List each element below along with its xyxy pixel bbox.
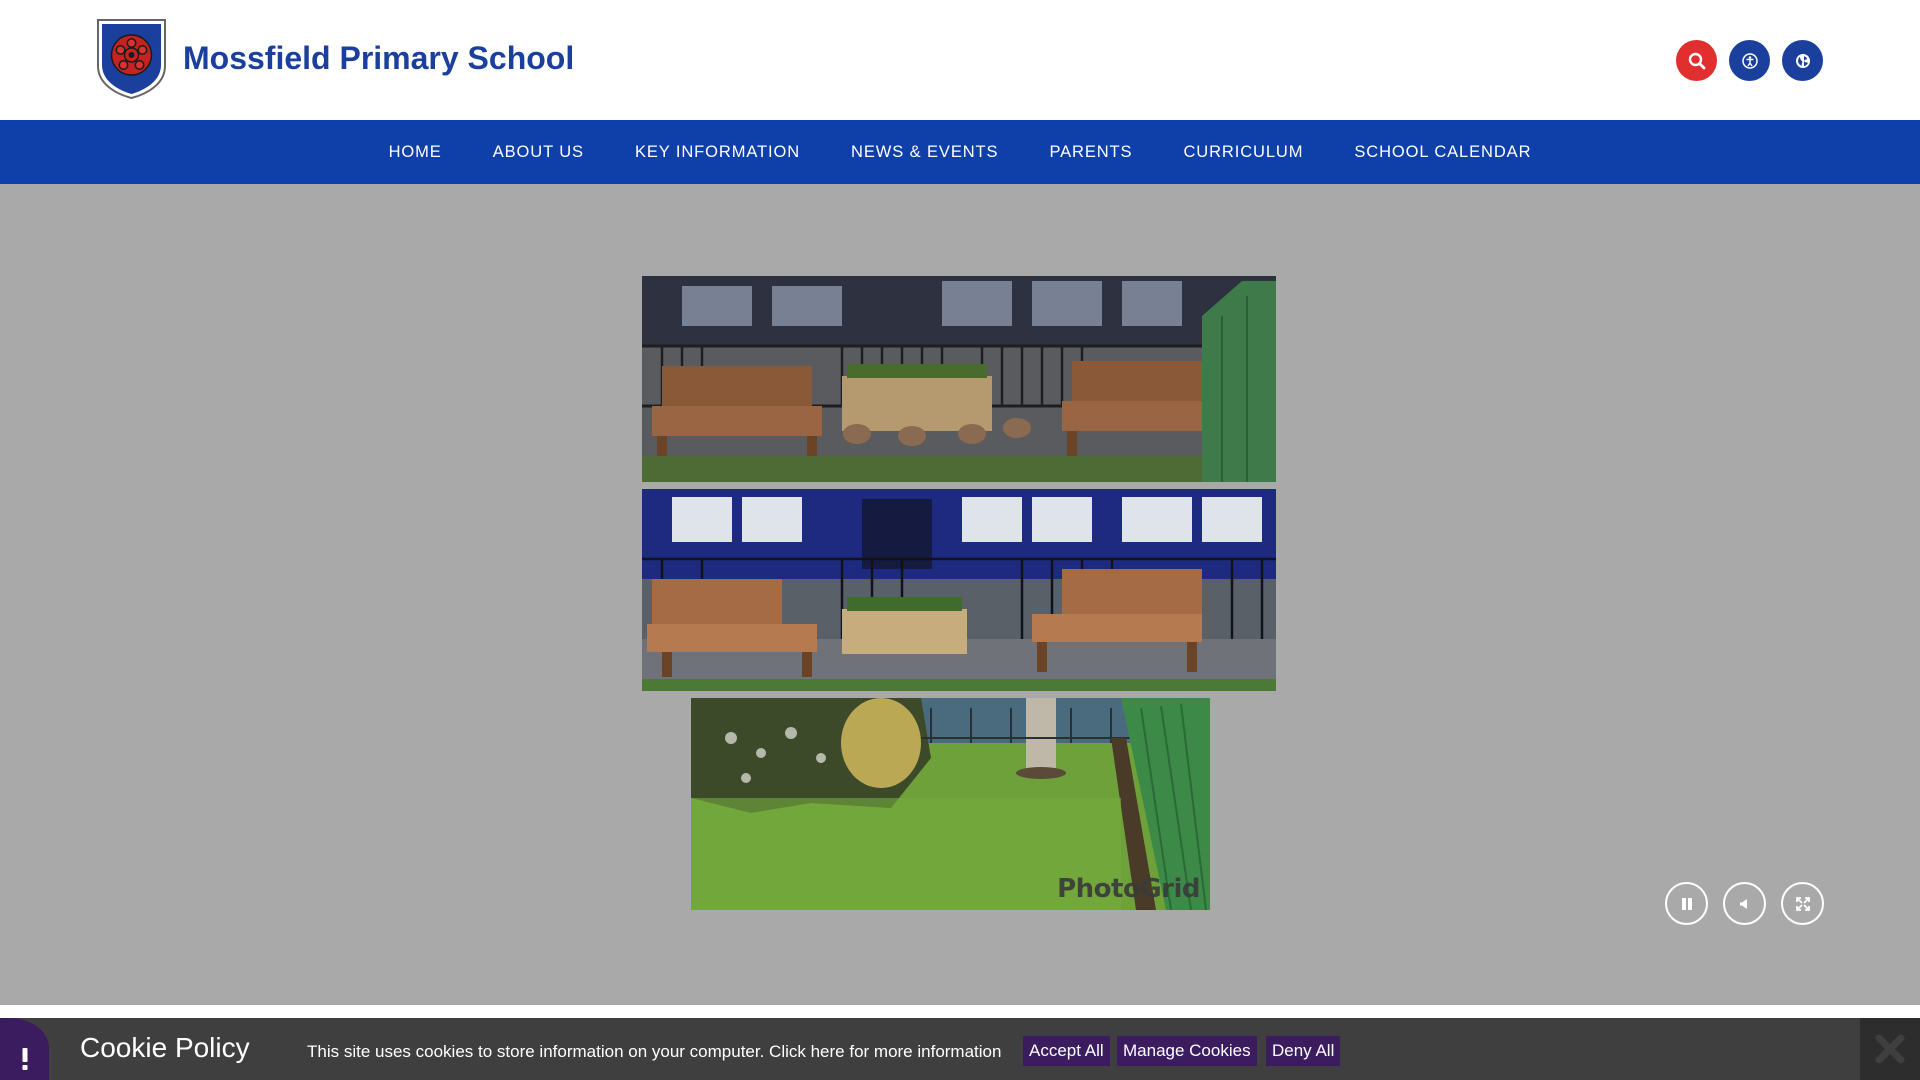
garden-photo-top (642, 276, 1276, 482)
globe-icon (1795, 53, 1810, 68)
fullscreen-icon (1795, 896, 1810, 911)
pause-icon (1681, 897, 1692, 910)
school-name[interactable]: Mossfield Primary School (183, 40, 574, 77)
accessibility-icon (1741, 52, 1758, 69)
close-cookie-button[interactable] (1860, 1018, 1920, 1080)
garden-photo-middle (642, 489, 1276, 691)
accept-all-button[interactable]: Accept All (1023, 1036, 1110, 1066)
main-navigation: HOME ABOUT US KEY INFORMATION NEWS & EVE… (0, 120, 1920, 184)
manage-cookies-button[interactable]: Manage Cookies (1117, 1036, 1257, 1066)
nav-item-parents[interactable]: PARENTS (1024, 143, 1158, 162)
search-icon (1688, 52, 1705, 69)
deny-all-button[interactable]: Deny All (1266, 1036, 1341, 1066)
cookie-banner: Cookie Policy This site uses cookies to … (0, 1018, 1920, 1080)
slideshow-image: PhotoGrid (642, 276, 1277, 918)
school-crest-icon[interactable] (95, 18, 168, 100)
nav-item-key-information[interactable]: KEY INFORMATION (609, 143, 825, 162)
volume-icon (1739, 898, 1747, 909)
cookie-settings-tab[interactable] (0, 1018, 49, 1080)
site-header: Mossfield Primary School (0, 0, 1920, 120)
nav-item-about-us[interactable]: ABOUT US (467, 143, 609, 162)
pause-button[interactable] (1665, 882, 1708, 925)
mute-button[interactable] (1723, 882, 1766, 925)
close-icon (1875, 1034, 1905, 1064)
nav-item-school-calendar[interactable]: SCHOOL CALENDAR (1329, 143, 1557, 162)
accessibility-button[interactable] (1729, 40, 1770, 81)
cookie-title: Cookie Policy (80, 1032, 250, 1063)
garden-photo-bottom: PhotoGrid (691, 698, 1210, 910)
cookie-info-link[interactable]: This site uses cookies to store informat… (307, 1042, 1001, 1062)
fullscreen-button[interactable] (1781, 882, 1824, 925)
translate-button[interactable] (1782, 40, 1823, 81)
hero-slideshow: PhotoGrid (0, 184, 1920, 1005)
nav-item-curriculum[interactable]: CURRICULUM (1158, 143, 1329, 162)
search-button[interactable] (1676, 40, 1717, 81)
photogrid-watermark: PhotoGrid (1057, 874, 1200, 904)
nav-item-home[interactable]: HOME (363, 143, 467, 162)
exclamation-icon (22, 1048, 27, 1070)
nav-item-news-events[interactable]: NEWS & EVENTS (826, 143, 1024, 162)
